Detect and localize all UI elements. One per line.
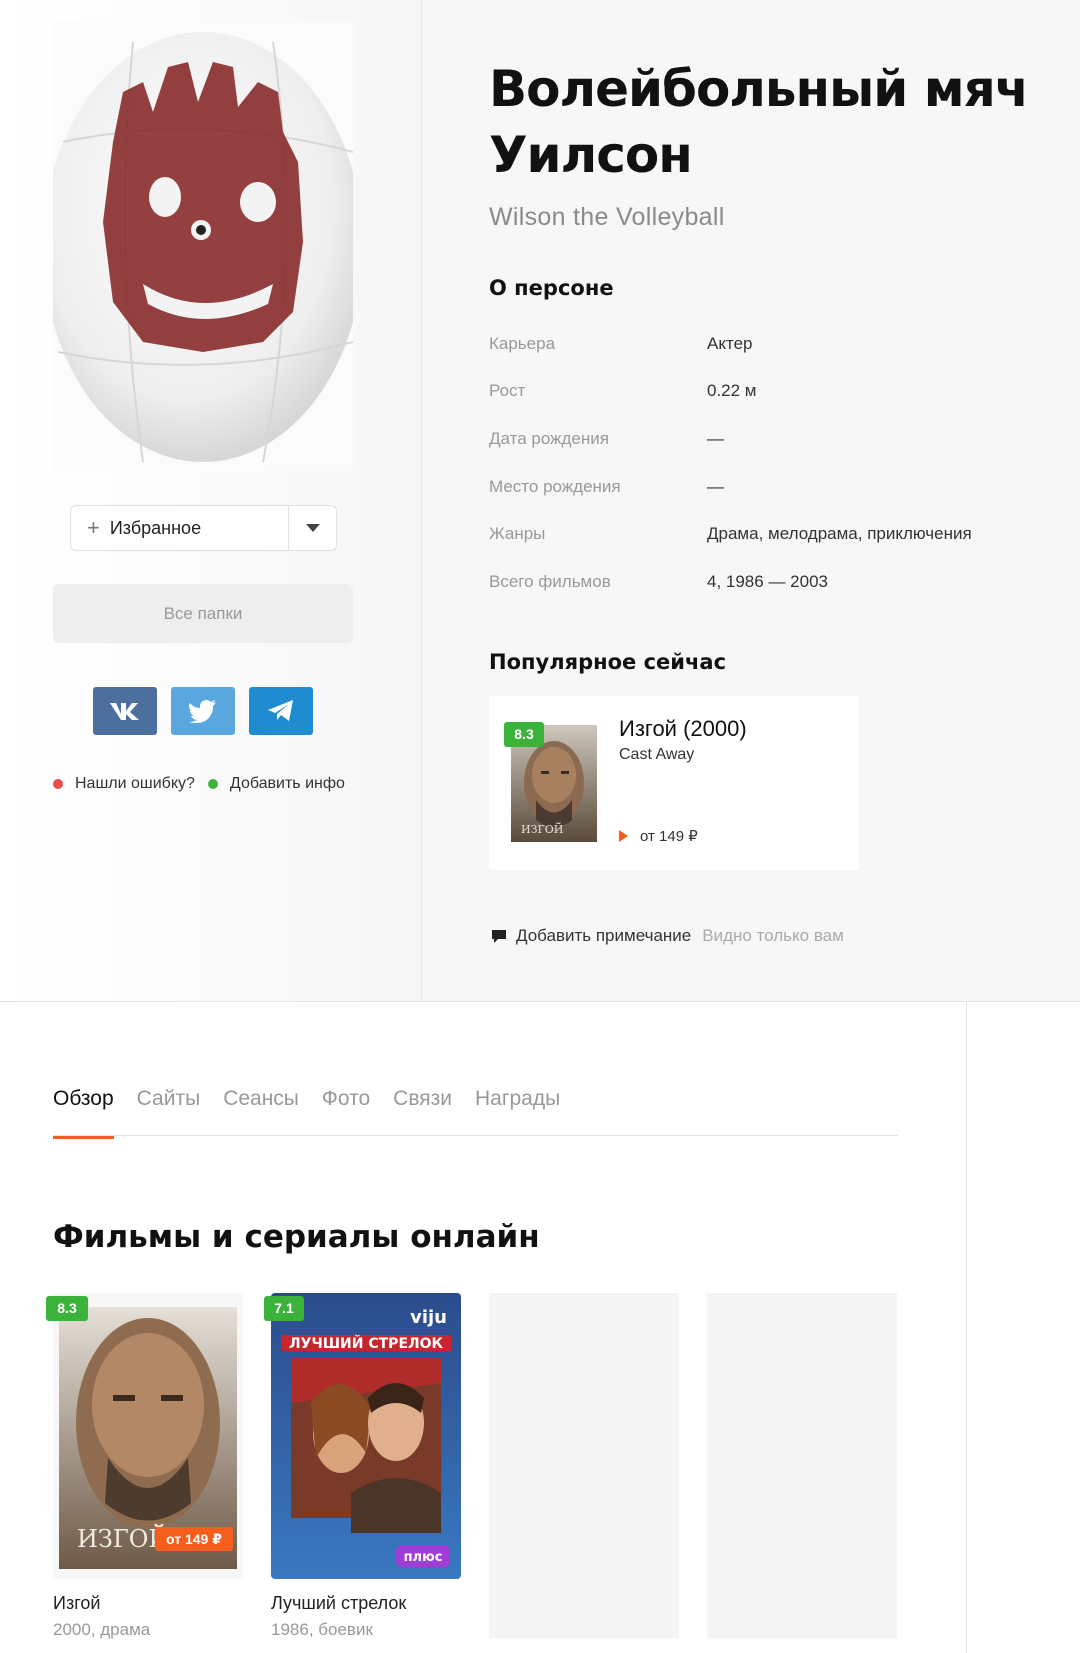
film-meta: 2000, драма <box>53 1620 151 1639</box>
film-card[interactable]: ИЗГОЙ от 149 ₽ 8.3 Изгой 2000, драма <box>46 1293 243 1639</box>
info-label: Жанры <box>489 524 546 543</box>
plus-icon: + <box>87 515 100 540</box>
all-folders-button[interactable]: Все папки <box>53 584 353 643</box>
green-dot-icon <box>207 779 218 789</box>
red-dot-icon <box>53 779 63 789</box>
twitter-icon <box>189 700 216 723</box>
info-label: Всего фильмов <box>489 572 611 591</box>
info-row-genres: Жанры Драма, мелодрама, приключения <box>489 524 1049 554</box>
info-label: Дата рождения <box>489 429 609 448</box>
svg-text:плюс: плюс <box>404 1550 443 1565</box>
rating-badge: 8.3 <box>504 722 544 747</box>
vk-icon <box>110 703 139 720</box>
original-name: Wilson the Volleyball <box>489 203 725 231</box>
info-row-career: Карьера Актер <box>489 334 1049 364</box>
svg-text:ИЗГОЙ: ИЗГОЙ <box>521 822 563 836</box>
svg-text:ЛУЧШИЙ СТРЕЛОК: ЛУЧШИЙ СТРЕЛОК <box>289 1335 444 1352</box>
info-row-height: Рост 0.22 м <box>489 381 1049 411</box>
film-meta: 1986, боевик <box>271 1620 373 1639</box>
section-divider <box>0 1001 1080 1002</box>
popular-film-title[interactable]: Изгой (2000) <box>619 716 747 742</box>
film-card-placeholder <box>489 1293 679 1638</box>
info-value: — <box>707 429 724 448</box>
info-label: Рост <box>489 381 526 400</box>
add-note-link[interactable]: Добавить примечание <box>516 926 691 946</box>
popular-heading: Популярное сейчас <box>489 650 727 674</box>
tab-relations[interactable]: Связи <box>393 1087 452 1137</box>
share-vk-button[interactable] <box>93 687 157 735</box>
info-value[interactable]: Драма, мелодрама, приключения <box>707 524 972 544</box>
favorite-dropdown-button[interactable] <box>288 506 336 550</box>
comment-icon <box>492 929 506 943</box>
info-label: Место рождения <box>489 477 621 496</box>
report-links: Нашли ошибку? Добавить инфо <box>53 775 345 793</box>
rating-badge: 8.3 <box>46 1296 88 1321</box>
favorite-control: + Избранное <box>70 505 337 551</box>
page-title: Волейбольный мяч Уилсон <box>489 60 1029 184</box>
film-card-placeholder <box>707 1293 897 1638</box>
rating-badge: 7.1 <box>264 1296 304 1321</box>
share-telegram-button[interactable] <box>249 687 313 735</box>
popular-film-card[interactable]: ИЗГОЙ 8.3 Изгой (2000) Cast Away от 149 … <box>489 696 859 870</box>
film-poster[interactable]: ИЗГОЙ от 149 ₽ <box>53 1293 243 1579</box>
tab-photo[interactable]: Фото <box>322 1087 370 1137</box>
play-icon <box>619 830 628 842</box>
add-info-link[interactable]: Добавить инфо <box>230 775 345 793</box>
info-row-birth-date: Дата рождения — <box>489 429 1049 459</box>
tab-sites[interactable]: Сайты <box>137 1087 201 1137</box>
info-value: 0.22 м <box>707 381 757 400</box>
info-value: — <box>707 477 724 496</box>
telegram-icon <box>268 700 293 721</box>
film-poster[interactable]: ЛУЧШИЙ СТРЕЛОК viju плюс <box>271 1293 461 1579</box>
chevron-down-icon <box>305 524 320 532</box>
share-twitter-button[interactable] <box>171 687 235 735</box>
about-heading: О персоне <box>489 276 614 300</box>
note-hint: Видно только вам <box>702 926 844 945</box>
add-note: Добавить примечание Видно только вам <box>491 926 844 946</box>
tab-overview[interactable]: Обзор <box>53 1087 114 1139</box>
tab-awards[interactable]: Награды <box>475 1087 560 1137</box>
favorite-button[interactable]: + Избранное <box>71 506 288 550</box>
price-badge: от 149 ₽ <box>155 1527 233 1551</box>
popular-film-original-title: Cast Away <box>619 746 695 763</box>
info-label: Карьера <box>489 334 556 353</box>
popular-film-price[interactable]: от 149 ₽ <box>619 827 698 845</box>
film-title[interactable]: Лучший стрелок <box>271 1593 406 1614</box>
report-error-link[interactable]: Нашли ошибку? <box>75 775 195 793</box>
favorite-label: Избранное <box>109 517 202 538</box>
person-header: + Избранное Все папки Нашли ошибку? Доба… <box>0 0 1080 1001</box>
film-card[interactable]: ЛУЧШИЙ СТРЕЛОК viju плюс 7.1 Лучший стре… <box>264 1293 461 1639</box>
tab-sessions[interactable]: Сеансы <box>223 1087 299 1137</box>
price-label: от 149 ₽ <box>640 828 698 845</box>
sidebar-divider <box>966 1002 967 1653</box>
films-section-title: Фильмы и сериалы онлайн <box>53 1219 540 1255</box>
info-row-birth-place: Место рождения — <box>489 477 1049 507</box>
info-value[interactable]: 4, 1986 — 2003 <box>707 572 828 592</box>
person-photo[interactable] <box>53 22 353 471</box>
svg-text:viju: viju <box>410 1307 447 1328</box>
page-tabs: Обзор Сайты Сеансы Фото Связи Награды <box>53 1087 583 1139</box>
info-row-total-films: Всего фильмов 4, 1986 — 2003 <box>489 572 1049 602</box>
info-value[interactable]: Актер <box>707 334 752 354</box>
tabs-underline <box>53 1135 898 1136</box>
film-title[interactable]: Изгой <box>53 1593 100 1614</box>
column-divider <box>421 0 422 1001</box>
